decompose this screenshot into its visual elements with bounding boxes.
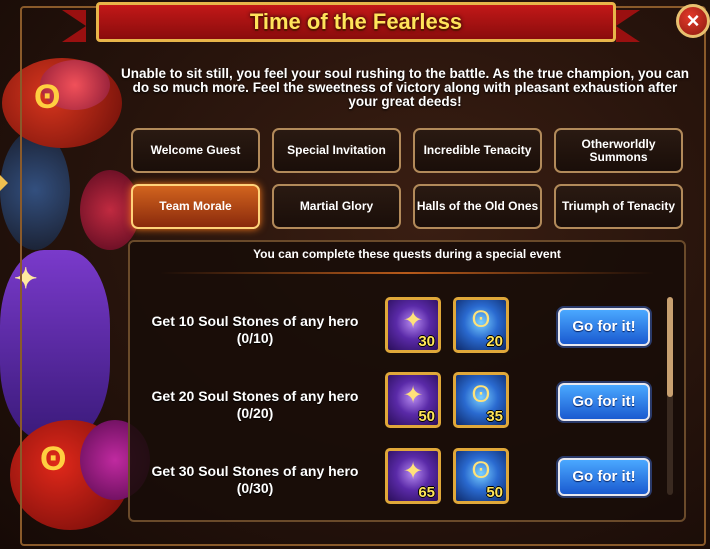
quest-title: Get 20 Soul Stones of any hero [151,388,359,404]
reward-blue-soul-coin[interactable]: ʘ 20 [453,297,509,353]
quest-progress: (0/10) [236,330,274,346]
go-for-it-button[interactable]: Go for it! [558,383,650,421]
blue-soul-coin-icon: ʘ [471,381,491,408]
quest-progress: (0/30) [236,480,274,496]
left-arrow-icon[interactable] [0,175,8,191]
reward-purple-soul-coin[interactable]: ✦ 65 [385,448,441,504]
reward-quantity: 50 [486,484,503,501]
blue-soul-coin-icon: ʘ [471,457,491,484]
quest-progress: (0/20) [236,405,274,421]
purple-soul-coin-icon: ✦ [402,458,424,485]
reward-quantity: 50 [418,408,435,425]
close-button[interactable]: × [676,4,710,38]
heading-divider [160,272,654,274]
reward-quantity: 35 [486,408,503,425]
tab-martial-glory[interactable]: Martial Glory [272,184,401,229]
blue-soul-coin-icon: ʘ [471,306,491,333]
tab-team-morale[interactable]: Team Morale [131,184,260,229]
quest-row: Get 30 Soul Stones of any hero (0/30) [150,463,360,497]
quest-row: Get 10 Soul Stones of any hero (0/10) [150,313,360,347]
reward-purple-soul-coin[interactable]: ✦ 30 [385,297,441,353]
event-window: ʘ ✦ ʘ Time of the Fearless × Unable to s… [0,0,710,549]
quest-row: Get 20 Soul Stones of any hero (0/20) [150,388,360,422]
event-description: Unable to sit still, you feel your soul … [120,66,690,109]
quest-panel-heading: You can complete these quests during a s… [253,247,561,261]
tab-otherworldly-summons[interactable]: Otherworldly Summons [554,128,683,173]
reward-quantity: 30 [418,333,435,350]
window-title: Time of the Fearless [249,9,463,34]
tab-incredible-tenacity[interactable]: Incredible Tenacity [413,128,542,173]
purple-soul-coin-icon: ✦ [402,382,424,409]
scrollbar-thumb[interactable] [667,297,673,397]
reward-quantity: 65 [418,484,435,501]
reward-purple-soul-coin[interactable]: ✦ 50 [385,372,441,428]
go-for-it-button[interactable]: Go for it! [558,458,650,496]
tab-special-invitation[interactable]: Special Invitation [272,128,401,173]
reward-quantity: 20 [486,333,503,350]
tab-halls-of-the-old-ones[interactable]: Halls of the Old Ones [413,184,542,229]
title-banner: Time of the Fearless [96,2,616,42]
tab-welcome-guest[interactable]: Welcome Guest [131,128,260,173]
tab-triumph-of-tenacity[interactable]: Triumph of Tenacity [554,184,683,229]
purple-soul-coin-icon: ✦ [402,307,424,334]
go-for-it-button[interactable]: Go for it! [558,308,650,346]
banner-ribbon-right [616,10,640,42]
reward-blue-soul-coin[interactable]: ʘ 35 [453,372,509,428]
reward-blue-soul-coin[interactable]: ʘ 50 [453,448,509,504]
banner-ribbon-left [62,10,86,42]
quest-title: Get 10 Soul Stones of any hero [151,313,359,329]
quest-title: Get 30 Soul Stones of any hero [151,463,359,479]
